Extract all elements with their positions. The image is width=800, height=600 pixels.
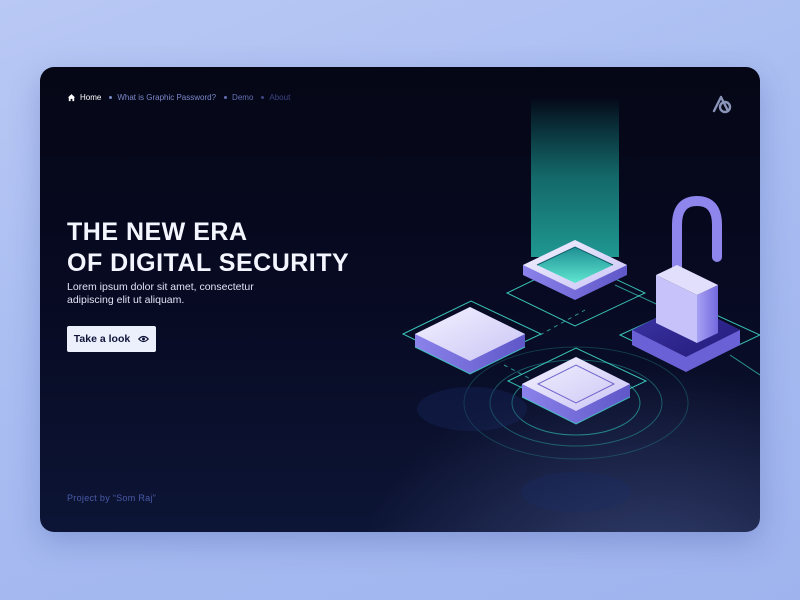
nav-item-label: What is Graphic Password? [117,93,217,102]
padlock-icon [656,195,722,343]
security-illustration [401,97,760,512]
home-icon [67,94,76,102]
nav-item-home[interactable]: Home [67,93,101,102]
take-a-look-button[interactable]: Take a look [67,326,156,352]
nav-item-label: Demo [232,93,254,102]
white-tile-left [414,307,526,375]
bullet-dot [224,96,228,99]
bullet-dot [109,96,113,99]
nav-item-label: About [269,93,291,102]
breadcrumb-nav: Home What is Graphic Password? Demo Abou… [67,93,298,102]
nav-item-graphic-password[interactable]: What is Graphic Password? [109,93,216,102]
page-title: THE NEW ERA OF DIGITAL SECURITY [67,217,349,279]
title-line-1: THE NEW ERA [67,218,248,246]
nav-item-demo[interactable]: Demo [224,93,253,102]
hero-card: Home What is Graphic Password? Demo Abou… [40,67,760,532]
light-beam [531,97,619,257]
title-line-2: OF DIGITAL SECURITY [67,249,350,277]
nav-item-about[interactable]: About [261,93,290,102]
take-a-look-label: Take a look [73,333,131,345]
white-tile-bottom [521,357,631,425]
bullet-dot [261,96,265,99]
nav-item-label: Home [80,93,102,102]
eye-icon [138,335,150,343]
project-credit: Project by “Som Raj” [67,493,157,503]
hero-description: Lorem ipsum dolor sit amet, consectetur … [67,281,254,306]
